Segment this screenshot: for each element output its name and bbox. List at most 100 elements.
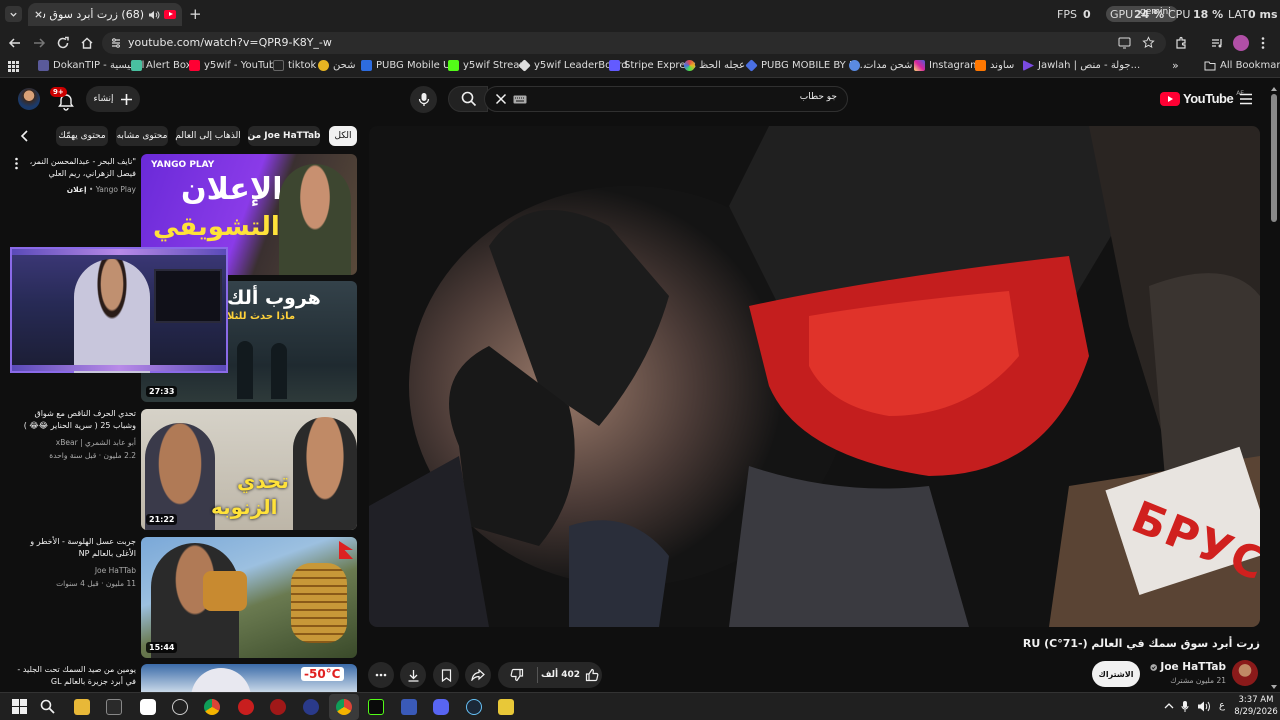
chip-travel[interactable]: الذهاب إلى العالم xyxy=(175,126,241,146)
new-tab-button[interactable]: + xyxy=(189,5,202,23)
more-actions-button[interactable] xyxy=(368,662,394,688)
video-title[interactable]: يومين من صيد السمك تحت الجليد - في أبرد … xyxy=(14,664,136,688)
url-text[interactable]: youtube.com/watch?v=QPR9-K8Y_-w xyxy=(128,36,332,49)
file-explorer-icon[interactable] xyxy=(74,699,90,715)
bookmark-jawlah[interactable]: Jawlah | جولة - منص... xyxy=(1023,60,1140,71)
channel-avatar[interactable] xyxy=(1232,660,1258,686)
clear-search-icon[interactable] xyxy=(495,93,507,105)
bookmark-shahn[interactable]: شحن xyxy=(318,60,355,71)
save-button[interactable] xyxy=(433,662,459,688)
chrome-icon[interactable] xyxy=(204,699,220,715)
user-avatar[interactable] xyxy=(18,88,40,110)
discord-icon[interactable] xyxy=(433,699,449,715)
video-channel[interactable]: Joe HaTTab xyxy=(14,565,136,576)
cast-icon[interactable] xyxy=(1118,37,1131,49)
subscribe-button[interactable]: الاشتراك xyxy=(1092,661,1140,687)
download-button[interactable] xyxy=(400,662,426,688)
home-icon[interactable] xyxy=(80,36,94,50)
create-button[interactable]: إنشاء xyxy=(86,86,140,112)
video-thumbnail[interactable]: تحدي الزنوبه 21:22 xyxy=(141,409,357,530)
bookmark-shahn-madat[interactable]: شحن مدات xyxy=(849,60,912,71)
taskbar-search-icon[interactable] xyxy=(40,699,55,714)
reload-icon[interactable] xyxy=(56,36,70,50)
address-bar[interactable]: youtube.com/watch?v=QPR9-K8Y_-w xyxy=(102,32,1166,54)
chrome-active-icon[interactable] xyxy=(336,699,352,715)
microphone-tray-icon[interactable] xyxy=(1181,700,1189,713)
video-thumbnail[interactable]: -50°C xyxy=(141,664,357,692)
video-title[interactable]: تحدي الحرف الناقص مع شواق وشباب 25 ( سري… xyxy=(14,408,136,432)
voice-search-button[interactable] xyxy=(410,86,437,113)
bookmark-tiktok[interactable]: tiktok xyxy=(273,60,316,71)
video-stats: 2.2 مليون · قبل سنة واحدة xyxy=(49,451,136,460)
search-query-text[interactable]: جو حطاب xyxy=(800,92,837,102)
ad-title[interactable]: "نايف البحر - عبدالمحسن النمر، فيصل الزه… xyxy=(14,156,136,180)
volume-icon[interactable] xyxy=(1197,700,1211,713)
close-icon[interactable] xyxy=(34,10,43,19)
bookmark-pubg-uc[interactable]: PUBG Mobile UC xyxy=(361,60,457,71)
apps-grid-icon[interactable] xyxy=(8,61,19,72)
like-button[interactable]: 402 ألف xyxy=(538,662,602,688)
steam-like-icon[interactable] xyxy=(172,699,188,715)
bookmark-alert-box[interactable]: Alert Box xyxy=(131,60,192,71)
keyboard-icon[interactable] xyxy=(513,95,527,104)
site-info-icon[interactable] xyxy=(110,37,122,49)
app-icon-3[interactable] xyxy=(498,699,514,715)
bookmark-favicon-icon xyxy=(448,60,459,71)
all-bookmarks-button[interactable]: All Bookmarks xyxy=(1204,60,1280,71)
bookmark-sound[interactable]: ساوند xyxy=(975,60,1014,71)
video-title[interactable]: جربت عسل الهلوسة - الأخطر و الأغلى بالعا… xyxy=(14,536,136,560)
bookmark-stripe[interactable]: Stripe Express xyxy=(609,60,696,71)
back-arrow-icon[interactable] xyxy=(8,36,22,50)
blue-app-icon[interactable] xyxy=(303,699,319,715)
notifications-button[interactable]: 9+ xyxy=(50,87,76,111)
clock-date[interactable]: 8/29/2026 xyxy=(1234,707,1278,717)
chip-all[interactable]: الكل xyxy=(329,126,357,146)
bookmark-star-icon[interactable] xyxy=(1142,36,1155,49)
scrollbar-thumb[interactable] xyxy=(1271,94,1277,222)
search-button[interactable] xyxy=(448,86,488,112)
steam-icon[interactable] xyxy=(466,699,482,715)
bookmark-instagram[interactable]: Instagram xyxy=(914,60,980,71)
tray-overflow-icon[interactable] xyxy=(1164,702,1174,710)
dislike-button[interactable] xyxy=(498,662,536,688)
media-controls-icon[interactable] xyxy=(1210,36,1224,50)
bookmark-dokantip[interactable]: DokanTIP - الرئيسية xyxy=(38,60,144,71)
chip-from-channel[interactable]: من Joe HaTTab xyxy=(247,126,321,146)
red-app-icon-2[interactable] xyxy=(270,699,286,715)
more-menu-icon[interactable] xyxy=(1260,36,1266,50)
app-icon[interactable] xyxy=(140,699,156,715)
extensions-icon[interactable] xyxy=(1174,36,1188,50)
profile-avatar[interactable] xyxy=(1233,35,1249,51)
chip-recommended[interactable]: محتوى يهمّك xyxy=(56,126,108,146)
video-channel[interactable]: أبو عابد الشمري | xBear xyxy=(14,437,136,448)
bookmarks-overflow-icon[interactable]: » xyxy=(1172,59,1179,72)
excel-icon[interactable] xyxy=(106,699,122,715)
search-input[interactable]: جو حطاب xyxy=(484,86,848,112)
clock-time[interactable]: 3:37 AM xyxy=(1236,695,1276,705)
chips-scroll-left-icon[interactable] xyxy=(20,130,30,142)
channel-name[interactable]: Joe HaTTab xyxy=(1150,661,1226,673)
browser-tab-active[interactable]: (68) زرت أبرد سوق سمك في xyxy=(28,3,182,26)
youtube-logo[interactable]: YouTube AE xyxy=(1160,90,1244,106)
red-app-icon[interactable] xyxy=(238,699,254,715)
windows-taskbar: ع 3:37 AM 8/29/2026 xyxy=(0,692,1280,720)
scroll-down-arrow-icon[interactable] xyxy=(1270,684,1278,690)
windows-start-icon[interactable] xyxy=(12,699,27,714)
bookmark-wheel[interactable]: عجله الحظ xyxy=(684,60,745,71)
app-icon-2[interactable] xyxy=(401,699,417,715)
video-player[interactable]: БРУС xyxy=(369,126,1260,627)
share-button[interactable] xyxy=(465,662,491,688)
kick-icon[interactable] xyxy=(368,699,384,715)
scroll-up-arrow-icon[interactable] xyxy=(1270,86,1278,92)
audio-playing-icon[interactable] xyxy=(148,10,160,20)
thumb-subheadline: ماذا حدث للثلا xyxy=(227,311,296,322)
bookmark-y5wif-youtube[interactable]: y5wif - YouTube xyxy=(189,60,281,71)
chip-related[interactable]: محتوى مشابه xyxy=(116,126,168,146)
bookmark-y5wif-stream[interactable]: y5wif Stream xyxy=(448,60,529,71)
page-scrollbar[interactable] xyxy=(1270,86,1278,696)
hamburger-menu-icon[interactable] xyxy=(1239,93,1253,105)
keyboard-language[interactable]: ع xyxy=(1219,700,1225,711)
tab-search-button[interactable] xyxy=(5,6,22,22)
video-thumbnail[interactable]: 15:44 xyxy=(141,537,357,658)
forward-arrow-icon[interactable] xyxy=(32,36,46,50)
